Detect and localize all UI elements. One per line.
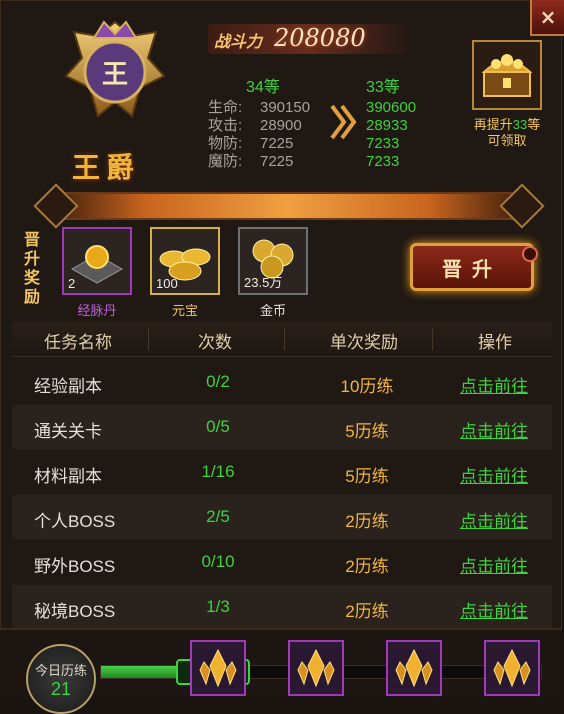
reward-name: 经脉丹 bbox=[77, 303, 117, 318]
emblem-letter: 王 bbox=[101, 60, 128, 90]
crystal-icon bbox=[297, 648, 335, 688]
chest-hint-prefix: 再提升 bbox=[473, 117, 513, 132]
rank-name: 王爵 bbox=[72, 151, 141, 184]
header-reward: 单次奖励 bbox=[330, 333, 398, 352]
today-experience-badge: 今日历练 21 bbox=[26, 644, 96, 714]
table-row: 野外BOSS 0/10 2历练 点击前往 bbox=[12, 540, 552, 584]
treasure-chest-icon bbox=[481, 54, 533, 97]
task-count: 0/2 bbox=[206, 372, 230, 391]
reward-count: 2 bbox=[68, 276, 76, 291]
divider-bar bbox=[50, 192, 525, 220]
treasure-chest-button[interactable] bbox=[472, 40, 542, 110]
stat-current-pdef: 7225 bbox=[260, 135, 294, 152]
stat-next-attack: 28933 bbox=[366, 117, 408, 134]
red-dot-icon bbox=[522, 246, 538, 262]
task-count: 0/5 bbox=[206, 417, 230, 436]
table-row: 个人BOSS 2/5 2历练 点击前往 bbox=[12, 495, 552, 539]
stat-next-mdef: 7233 bbox=[366, 153, 400, 170]
task-count: 2/5 bbox=[206, 507, 230, 526]
goto-link[interactable]: 点击前往 bbox=[444, 372, 544, 397]
stat-next-pdef: 7233 bbox=[366, 135, 400, 152]
milestone-reward-1[interactable] bbox=[190, 640, 246, 696]
header-separator bbox=[432, 328, 433, 350]
chest-hint: 再提升33等 可领取 bbox=[460, 117, 554, 149]
task-name: 野外BOSS bbox=[34, 557, 116, 576]
goto-link[interactable]: 点击前往 bbox=[444, 552, 544, 577]
goto-link[interactable]: 点击前往 bbox=[444, 597, 544, 622]
stat-label-hp: 生命: bbox=[208, 99, 243, 116]
reward-count: 23.5万 bbox=[244, 275, 283, 290]
promote-button[interactable]: 晋升 bbox=[410, 243, 534, 291]
task-name: 经验副本 bbox=[34, 377, 102, 396]
goto-link[interactable]: 点击前往 bbox=[444, 507, 544, 532]
task-name: 秘境BOSS bbox=[34, 602, 116, 621]
reward-label-char-2: 升 bbox=[24, 249, 41, 268]
rank-emblem-icon: 王 bbox=[60, 18, 170, 128]
task-reward: 5历练 bbox=[345, 422, 389, 441]
chest-hint-level: 33 bbox=[512, 117, 528, 132]
milestone-reward-3[interactable] bbox=[386, 640, 442, 696]
goto-link[interactable]: 点击前往 bbox=[444, 417, 544, 442]
milestone-reward-4[interactable] bbox=[484, 640, 540, 696]
stat-current-values: 390150 28900 7225 7225 bbox=[260, 99, 310, 171]
header-task-name: 任务名称 bbox=[44, 333, 112, 352]
reward-item-ingot[interactable]: 100 bbox=[150, 227, 220, 295]
reward-name: 金币 bbox=[259, 303, 286, 318]
today-value: 21 bbox=[50, 679, 72, 699]
crystal-icon bbox=[395, 648, 433, 688]
stat-current-mdef: 7225 bbox=[260, 153, 294, 170]
promotion-reward-label: 晋 升 奖 励 bbox=[24, 230, 46, 306]
today-label: 今日历练 bbox=[34, 663, 87, 678]
crystal-icon bbox=[199, 648, 237, 688]
stat-current-hp: 390150 bbox=[260, 99, 311, 116]
header-action: 操作 bbox=[478, 333, 512, 352]
reward-label-char-1: 晋 bbox=[24, 230, 41, 249]
chest-hint-claimable: 可领取 bbox=[487, 133, 527, 148]
task-name: 个人BOSS bbox=[34, 512, 116, 531]
header-separator bbox=[284, 328, 285, 350]
stat-label-pdef: 物防: bbox=[208, 135, 243, 152]
upgrade-arrow-icon bbox=[328, 102, 358, 142]
reward-name: 元宝 bbox=[171, 303, 198, 318]
reward-count: 100 bbox=[156, 276, 178, 291]
header-count: 次数 bbox=[198, 333, 232, 352]
task-name: 通关关卡 bbox=[34, 422, 102, 441]
task-reward: 10历练 bbox=[340, 377, 394, 396]
stat-label-attack: 攻击: bbox=[208, 117, 243, 134]
task-name: 材料副本 bbox=[34, 467, 102, 486]
task-table-header: 任务名称 次数 单次奖励 操作 bbox=[12, 322, 552, 357]
stat-labels: 生命: 攻击: 物防: 魔防: bbox=[208, 99, 242, 171]
table-row: 经验副本 0/2 10历练 点击前往 bbox=[12, 360, 552, 404]
chest-hint-suffix: 等 bbox=[527, 117, 541, 132]
reward-label-char-3: 奖 bbox=[24, 268, 41, 287]
crystal-icon bbox=[493, 648, 531, 688]
reward-item-gold-coins[interactable]: 23.5万 bbox=[238, 227, 308, 295]
task-reward: 5历练 bbox=[345, 467, 389, 486]
combat-power: 战斗力 208080 bbox=[208, 24, 408, 54]
table-row: 通关关卡 0/5 5历练 点击前往 bbox=[12, 405, 552, 449]
task-count: 1/3 bbox=[206, 597, 230, 616]
milestone-reward-2[interactable] bbox=[288, 640, 344, 696]
task-count: 0/10 bbox=[201, 552, 235, 571]
task-reward: 2历练 bbox=[345, 557, 389, 576]
close-button[interactable]: × bbox=[530, 0, 564, 36]
task-reward: 2历练 bbox=[345, 512, 389, 531]
header-separator bbox=[148, 328, 149, 350]
task-reward: 2历练 bbox=[345, 602, 389, 621]
stat-label-mdef: 魔防: bbox=[208, 153, 243, 170]
stat-next-hp: 390600 bbox=[366, 99, 417, 116]
reward-label-char-4: 励 bbox=[24, 287, 41, 306]
table-row: 材料副本 1/16 5历练 点击前往 bbox=[12, 450, 552, 494]
combat-power-value: 208080 bbox=[274, 24, 366, 52]
next-level: 33等 bbox=[366, 79, 400, 96]
stat-next-values: 390600 28933 7233 7233 bbox=[366, 99, 416, 171]
table-row: 秘境BOSS 1/3 2历练 点击前往 bbox=[12, 585, 552, 629]
stat-current-attack: 28900 bbox=[260, 117, 302, 134]
current-level: 34等 bbox=[246, 79, 280, 96]
goto-link[interactable]: 点击前往 bbox=[444, 462, 544, 487]
combat-power-label: 战斗力 bbox=[214, 32, 263, 51]
reward-item-meridian-pill[interactable]: 2 bbox=[62, 227, 132, 295]
task-count: 1/16 bbox=[201, 462, 235, 481]
